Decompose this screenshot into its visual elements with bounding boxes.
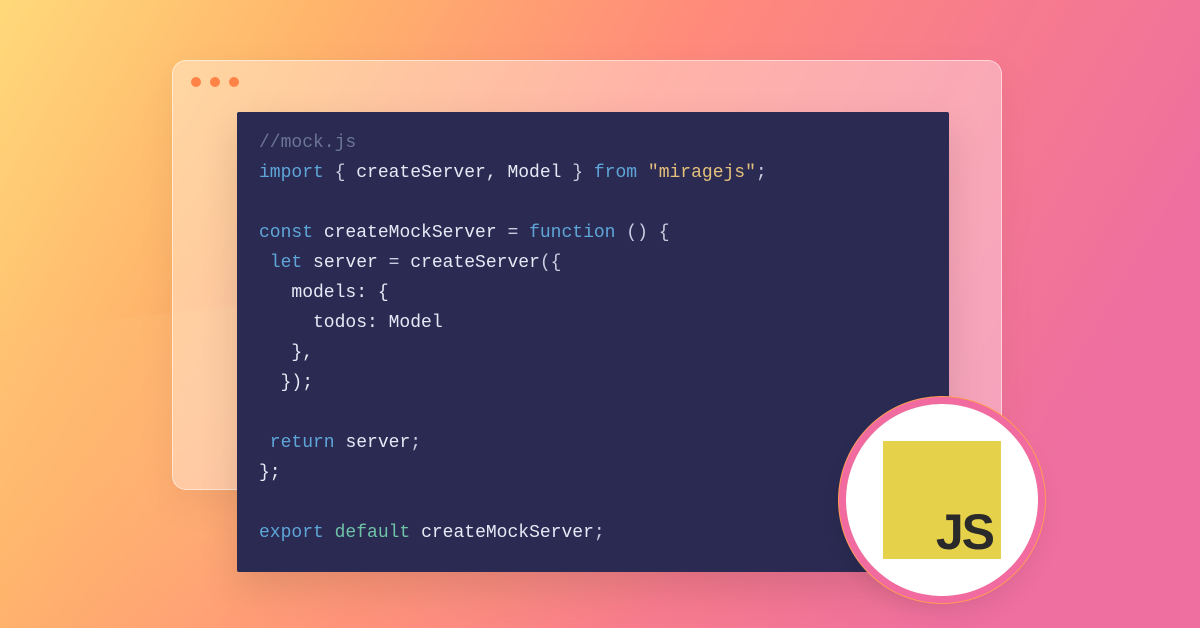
code-line: }; xyxy=(259,463,281,483)
code-keyword: let xyxy=(259,253,302,273)
code-punct: = xyxy=(497,223,529,243)
code-keyword: return xyxy=(259,433,335,453)
javascript-badge: JS xyxy=(846,404,1038,596)
code-ident: createMockServer xyxy=(421,523,594,543)
code-space xyxy=(410,523,421,543)
code-punct: { xyxy=(324,163,356,183)
code-punct: ; xyxy=(756,163,767,183)
code-punct: () { xyxy=(615,223,669,243)
hero-canvas: //mock.js import { createServer, Model }… xyxy=(0,0,1200,628)
code-line: models: { xyxy=(259,283,389,303)
code-ident: createMockServer xyxy=(324,223,497,243)
code-keyword: default xyxy=(335,523,411,543)
code-keyword: import xyxy=(259,163,324,183)
code-punct: = xyxy=(378,253,410,273)
code-punct: ({ xyxy=(540,253,562,273)
javascript-logo-label: JS xyxy=(936,503,993,561)
code-space xyxy=(335,433,346,453)
code-keyword: export xyxy=(259,523,324,543)
code-space xyxy=(324,523,335,543)
code-ident: server xyxy=(313,253,378,273)
code-keyword: const xyxy=(259,223,313,243)
code-string: "miragejs" xyxy=(648,163,756,183)
code-punct: ; xyxy=(594,523,605,543)
traffic-light-icon xyxy=(191,77,201,87)
code-line: }, xyxy=(259,343,313,363)
code-ident: createServer xyxy=(410,253,540,273)
code-space xyxy=(637,163,648,183)
code-ident: createServer, Model xyxy=(356,163,561,183)
traffic-light-icon xyxy=(229,77,239,87)
badge-inner: JS xyxy=(856,414,1028,586)
code-punct: ; xyxy=(410,433,421,453)
code-ident: server xyxy=(345,433,410,453)
code-line: todos: Model xyxy=(259,313,443,333)
code-line: }); xyxy=(259,373,313,393)
code-space xyxy=(313,223,324,243)
traffic-light-icon xyxy=(210,77,220,87)
code-space xyxy=(302,253,313,273)
code-keyword: function xyxy=(529,223,615,243)
code-punct: } xyxy=(561,163,593,183)
javascript-logo-icon: JS xyxy=(883,441,1001,559)
code-keyword: from xyxy=(594,163,637,183)
code-comment: //mock.js xyxy=(259,133,356,153)
browser-traffic-lights xyxy=(173,61,1001,95)
code-editor-panel: //mock.js import { createServer, Model }… xyxy=(237,112,949,572)
